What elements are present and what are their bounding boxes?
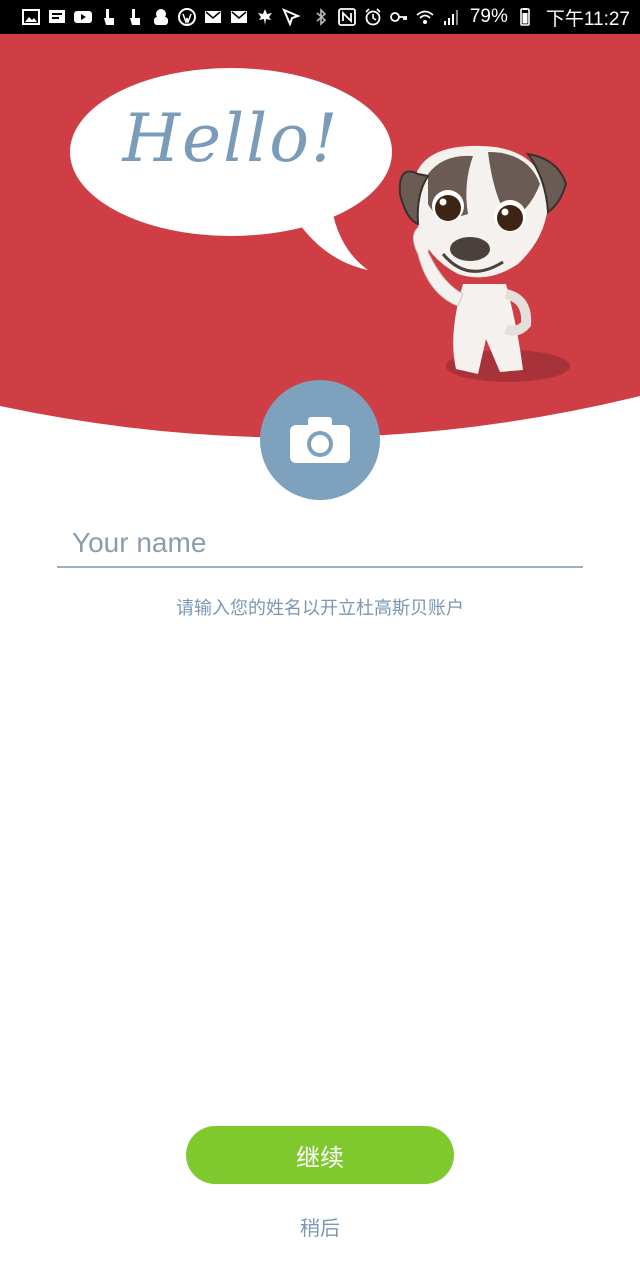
touch-icon xyxy=(126,8,144,26)
cloud-icon xyxy=(152,8,170,26)
continue-button[interactable]: 继续 xyxy=(186,1126,454,1184)
dog-mascot-illustration xyxy=(398,145,570,382)
battery-icon xyxy=(516,8,534,26)
system-icons: 79% 下午11:27 xyxy=(312,4,630,31)
mail-icon xyxy=(204,8,222,26)
camera-icon xyxy=(290,417,350,463)
bluetooth-icon xyxy=(312,8,330,26)
add-photo-button[interactable] xyxy=(260,380,380,500)
key-icon xyxy=(389,8,408,26)
image-icon xyxy=(22,8,40,26)
later-link[interactable]: 稍后 xyxy=(0,1212,640,1241)
youtube-icon xyxy=(74,8,92,26)
status-bar: 79% 下午11:27 xyxy=(0,0,640,34)
touch-icon xyxy=(100,8,118,26)
name-hint-text: 请输入您的姓名以开立杜高斯贝账户 xyxy=(176,598,464,619)
wordpress-icon xyxy=(178,8,196,26)
cursor-icon xyxy=(282,8,300,26)
notification-icons xyxy=(22,8,300,26)
wifi-icon xyxy=(416,8,434,26)
clock: 下午11:27 xyxy=(545,8,630,30)
battery-percentage: 79% xyxy=(469,6,508,27)
alarm-icon xyxy=(364,8,382,26)
speech-bubble: Hello! xyxy=(70,60,400,275)
name-input[interactable] xyxy=(57,520,583,568)
mail-icon xyxy=(230,8,248,26)
message-icon xyxy=(48,8,66,26)
maple-leaf-icon xyxy=(256,8,274,26)
setup-screen: 79% 下午11:27 Hello! Your name 请输入您的姓名以开立杜… xyxy=(0,0,640,1280)
signal-icon xyxy=(442,8,460,26)
hello-greeting: Hello! xyxy=(122,100,340,177)
nfc-icon xyxy=(337,8,356,26)
